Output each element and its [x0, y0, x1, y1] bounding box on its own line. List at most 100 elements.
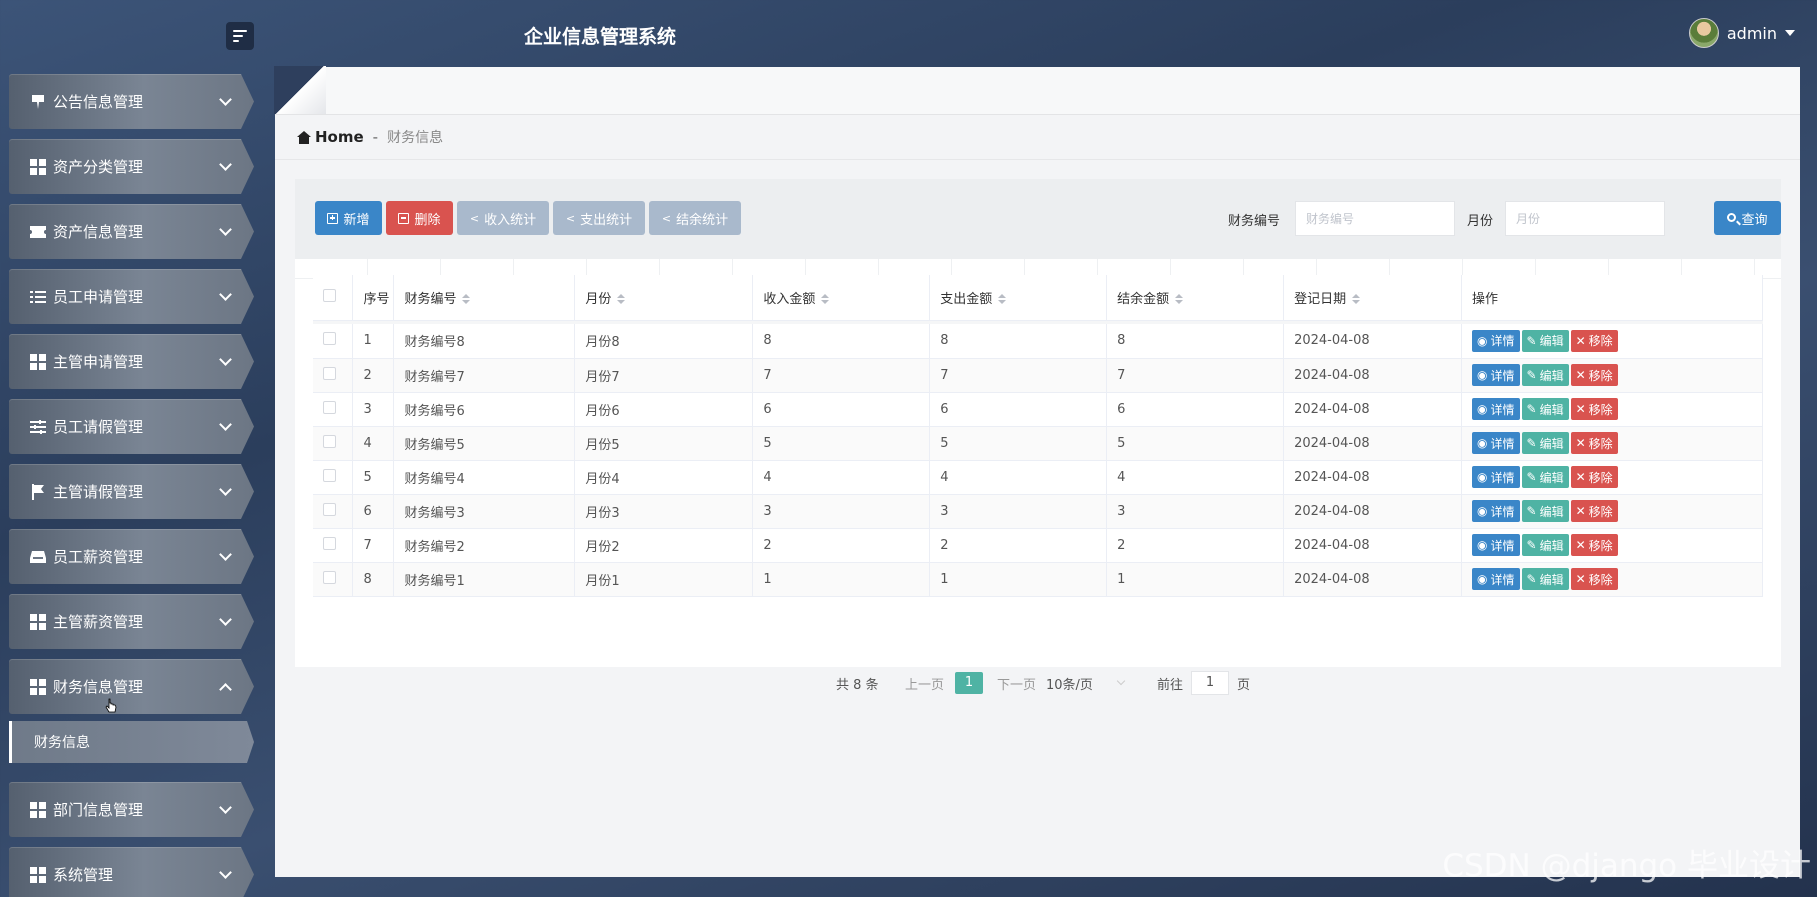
balance-stats-button[interactable]: < 结余统计: [649, 201, 741, 235]
cell-actions: ◉ 详情 ✎ 编辑 ✕ 移除: [1461, 460, 1763, 495]
edit-button[interactable]: ✎ 编辑: [1521, 568, 1569, 590]
sidebar-item-6[interactable]: 员工请假管理: [9, 399, 254, 454]
remove-button[interactable]: ✕ 移除: [1570, 534, 1618, 556]
sidebar-item-1[interactable]: 公告信息管理: [9, 74, 254, 129]
sidebar-item-3[interactable]: 资产信息管理: [9, 204, 254, 259]
sidebar-item-8[interactable]: 员工薪资管理: [9, 529, 254, 584]
edit-button[interactable]: ✎ 编辑: [1521, 466, 1569, 488]
select-all-checkbox[interactable]: [323, 288, 336, 302]
cell-actions: ◉ 详情 ✎ 编辑 ✕ 移除: [1461, 562, 1763, 597]
sidebar-item-label: 公告信息管理: [53, 93, 144, 111]
remove-button[interactable]: ✕ 移除: [1570, 364, 1618, 386]
view-button[interactable]: ◉ 详情: [1472, 432, 1520, 454]
user-name[interactable]: admin: [1727, 24, 1777, 43]
avatar[interactable]: [1688, 18, 1719, 48]
row-checkbox[interactable]: [323, 502, 336, 516]
view-button[interactable]: ◉ 详情: [1472, 398, 1520, 420]
edit-button[interactable]: ✎ 编辑: [1521, 534, 1569, 556]
row-checkbox[interactable]: [323, 468, 336, 482]
breadcrumb: Home - 财务信息: [297, 127, 443, 147]
sort-icon[interactable]: [462, 294, 471, 305]
breadcrumb-separator: -: [372, 128, 379, 146]
column-header-income[interactable]: 收入金额: [752, 275, 931, 321]
row-checkbox[interactable]: [323, 366, 336, 380]
cell-index: 6: [352, 494, 395, 529]
column-header-balance[interactable]: 结余金额: [1106, 275, 1285, 321]
breadcrumb-home[interactable]: Home: [297, 128, 364, 146]
edit-button[interactable]: ✎ 编辑: [1521, 398, 1569, 420]
column-header-finance-no-label: 财务编号: [404, 291, 457, 307]
remove-button[interactable]: ✕ 移除: [1570, 398, 1618, 420]
column-header-finance-no[interactable]: 财务编号: [393, 275, 576, 321]
view-button[interactable]: ◉ 详情: [1472, 534, 1520, 556]
sidebar-item-12[interactable]: 系统管理: [9, 847, 254, 897]
page-size-value: 10条/页: [1046, 677, 1093, 693]
sort-icon[interactable]: [821, 294, 830, 305]
sidebar-subitem-finance-info[interactable]: 财务信息: [9, 721, 254, 763]
view-button[interactable]: ◉ 详情: [1472, 568, 1520, 590]
query-button[interactable]: 查询: [1714, 201, 1781, 235]
sort-icon[interactable]: [617, 294, 626, 305]
expense-stats-button[interactable]: < 支出统计: [553, 201, 645, 235]
chevron-down-icon: [219, 612, 232, 626]
goto-page-input[interactable]: 1: [1191, 671, 1230, 695]
remove-button[interactable]: ✕ 移除: [1570, 500, 1618, 522]
grid-icon: [29, 353, 47, 371]
next-page-button[interactable]: 下一页: [997, 674, 1036, 693]
month-input[interactable]: [1505, 201, 1665, 236]
column-header-expense[interactable]: 支出金额: [929, 275, 1108, 321]
add-button[interactable]: 新增: [315, 201, 382, 235]
edit-button[interactable]: ✎ 编辑: [1521, 364, 1569, 386]
view-button[interactable]: ◉ 详情: [1472, 364, 1520, 386]
sidebar-item-7[interactable]: 主管请假管理: [9, 464, 254, 519]
edit-button[interactable]: ✎ 编辑: [1521, 329, 1569, 352]
edit-button[interactable]: ✎ 编辑: [1521, 500, 1569, 522]
sidebar-item-label: 员工薪资管理: [53, 548, 144, 566]
remove-button[interactable]: ✕ 移除: [1570, 466, 1618, 488]
sidebar-item-10[interactable]: 财务信息管理: [9, 659, 254, 714]
sidebar-item-2[interactable]: 资产分类管理: [9, 139, 254, 194]
menu-toggle-icon[interactable]: [226, 22, 254, 50]
view-button[interactable]: ◉ 详情: [1472, 329, 1520, 352]
sidebar-item-9[interactable]: 主管薪资管理: [9, 594, 254, 649]
view-button[interactable]: ◉ 详情: [1472, 500, 1520, 522]
user-menu[interactable]: admin: [1688, 18, 1795, 48]
sort-icon[interactable]: [1175, 294, 1184, 305]
chevron-down-icon: [219, 865, 232, 879]
breadcrumb-home-label[interactable]: Home: [315, 128, 364, 146]
page-number-current[interactable]: 1: [955, 672, 983, 694]
cell-finance-no: 财务编号7: [393, 358, 576, 393]
finance-no-input[interactable]: [1295, 201, 1455, 236]
sidebar-item-5[interactable]: 主管申请管理: [9, 334, 254, 389]
share-icon: <: [661, 211, 672, 225]
cell-date: 2024-04-08: [1283, 324, 1463, 359]
remove-button[interactable]: ✕ 移除: [1570, 432, 1618, 454]
row-checkbox[interactable]: [323, 332, 336, 346]
row-checkbox[interactable]: [323, 536, 336, 550]
column-header-date[interactable]: 登记日期: [1283, 275, 1463, 321]
table-row: 8 财务编号1 月份1 1 1 1 2024-04-08 ◉ 详情 ✎ 编辑 ✕ 移除: [313, 562, 1763, 597]
sort-icon[interactable]: [998, 294, 1007, 305]
remove-button[interactable]: ✕ 移除: [1570, 568, 1618, 590]
income-stats-button[interactable]: < 收入统计: [457, 201, 549, 235]
sort-icon[interactable]: [1352, 294, 1361, 305]
row-checkbox[interactable]: [323, 400, 336, 414]
column-header-month[interactable]: 月份: [574, 275, 754, 321]
sidebar-item-11[interactable]: 部门信息管理: [9, 782, 254, 837]
view-button[interactable]: ◉ 详情: [1472, 466, 1520, 488]
edit-button[interactable]: ✎ 编辑: [1521, 432, 1569, 454]
delete-button[interactable]: 删除: [386, 201, 453, 235]
caret-down-icon[interactable]: [1785, 30, 1795, 36]
cell-expense: 3: [929, 494, 1108, 529]
prev-page-button[interactable]: 上一页: [905, 674, 944, 693]
row-checkbox[interactable]: [323, 570, 336, 584]
mouse-pointer-icon: [105, 698, 117, 713]
row-checkbox[interactable]: [323, 434, 336, 448]
income-stats-label: 收入统计: [484, 212, 537, 228]
sidebar-item-4[interactable]: 员工申请管理: [9, 269, 254, 324]
remove-button[interactable]: ✕ 移除: [1570, 329, 1618, 352]
edit-button-label: 编辑: [1539, 504, 1564, 519]
cell-date: 2024-04-08: [1283, 392, 1463, 427]
sidebar-item-label: 系统管理: [53, 866, 114, 884]
page-size-select[interactable]: 10条/页: [1046, 674, 1126, 693]
